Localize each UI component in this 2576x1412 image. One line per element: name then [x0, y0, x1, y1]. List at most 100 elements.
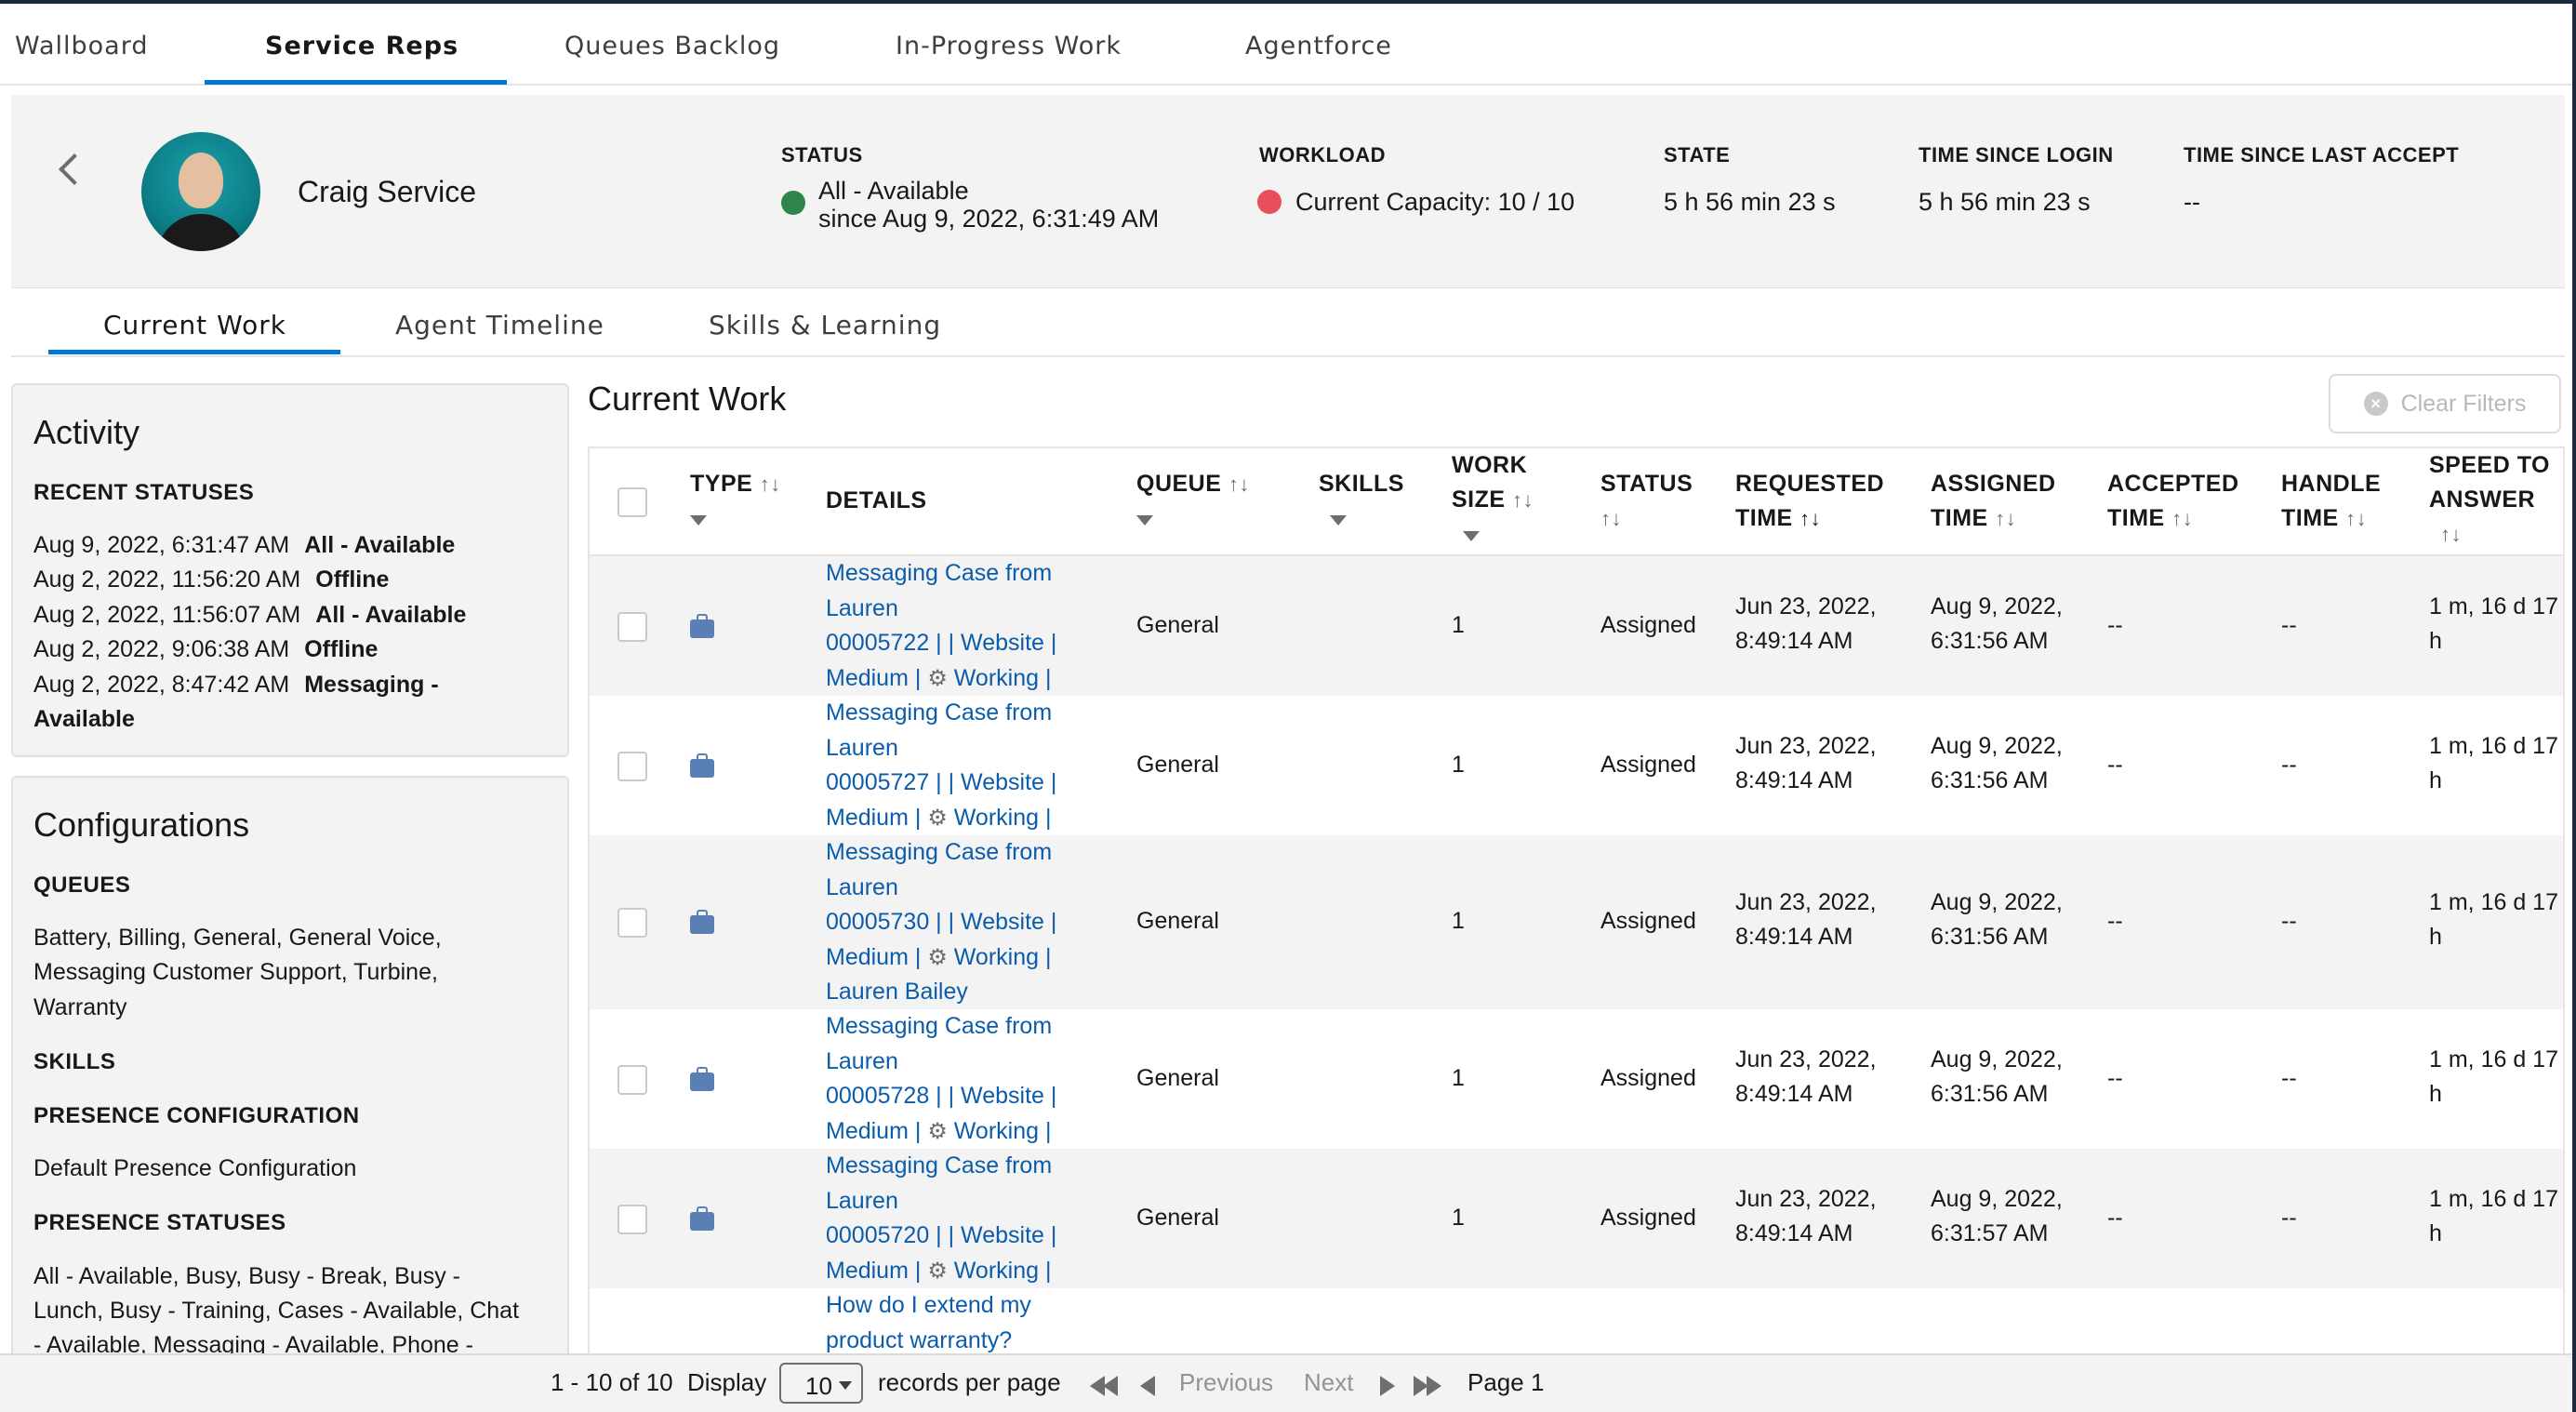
column-speed-to-answer[interactable]: SPEED TO ANSWER ↑↓ [2429, 448, 2550, 552]
select-all-checkbox[interactable] [617, 487, 647, 517]
gear-icon: ⚙ [927, 1118, 948, 1144]
status-entry: Aug 2, 2022, 11:56:07 AM All - Available [33, 602, 467, 628]
presence-config-value: Default Presence Configuration [33, 1155, 357, 1181]
gear-icon: ⚙ [927, 805, 948, 831]
queues-line: Warranty [33, 994, 127, 1020]
queue-cell: General [1136, 612, 1219, 638]
work-size-cell: 1 [1452, 1205, 1465, 1231]
speed-to-answer-cell: 1 m, 16 d 17 h [2429, 593, 2558, 654]
status-entry: Aug 2, 2022, 11:56:20 AM Offline [33, 566, 390, 593]
activity-title: Activity [33, 413, 140, 451]
assigned-time-cell: Aug 9, 2022, 6:31:56 AM [1931, 733, 2063, 793]
login-value: 5 h 56 min 23 s [1919, 188, 2091, 216]
status-dot-icon [781, 191, 805, 215]
accepted-time-cell: -- [2107, 1205, 2123, 1231]
accepted-time-cell: -- [2107, 908, 2123, 934]
presence-statuses-line: Lunch, Busy - Training, Cases - Availabl… [33, 1298, 520, 1324]
status-value: All - Available [818, 177, 969, 205]
tab-agent-timeline[interactable]: Agent Timeline [395, 310, 604, 340]
column-type[interactable]: TYPE ↑↓ [690, 467, 781, 536]
briefcase-icon [690, 1067, 714, 1091]
workload-label: WORKLOAD [1259, 143, 1386, 167]
next-icon[interactable] [1380, 1376, 1395, 1396]
active-subtab-indicator [48, 350, 340, 354]
tab-service-reps[interactable]: Service Reps [265, 32, 458, 60]
next-button[interactable]: Next [1304, 1368, 1353, 1397]
speed-to-answer-cell: 1 m, 16 d 17 h [2429, 733, 2558, 793]
tab-skills-learning[interactable]: Skills & Learning [709, 310, 941, 340]
tab-queues-backlog[interactable]: Queues Backlog [564, 32, 780, 60]
table-header: TYPE ↑↓ DETAILS QUEUE ↑↓ SKILLS WORK SIZE… [590, 448, 2563, 556]
tab-in-progress-work[interactable]: In-Progress Work [896, 32, 1122, 60]
requested-time-cell: Jun 23, 2022, 8:49:14 AM [1735, 889, 1877, 950]
table-row: How do I extend my product warranty? [590, 1288, 2563, 1353]
configurations-panel: Configurations QUEUES Battery, Billing, … [11, 776, 569, 1354]
active-tab-indicator [205, 80, 507, 85]
assigned-time-cell: Aug 9, 2022, 6:31:56 AM [1931, 889, 2063, 950]
requested-time-cell: Jun 23, 2022, 8:49:14 AM [1735, 733, 1877, 793]
assigned-time-cell: Aug 9, 2022, 6:31:56 AM [1931, 1046, 2063, 1107]
row-checkbox[interactable] [617, 1065, 647, 1095]
column-requested-time[interactable]: REQUESTED TIME ↑↓ [1735, 467, 1884, 536]
clear-filters-label: Clear Filters [2400, 390, 2527, 417]
queues-line: Battery, Billing, General, General Voice… [33, 925, 442, 951]
row-checkbox[interactable] [617, 908, 647, 938]
work-item-link[interactable]: Messaging Case from Lauren 00005730 | | We… [826, 835, 1056, 1010]
column-accepted-time[interactable]: ACCEPTED TIME ↑↓ [2107, 467, 2239, 536]
accepted-time-cell: -- [2107, 612, 2123, 638]
handle-time-cell: -- [2281, 908, 2297, 934]
row-checkbox[interactable] [617, 612, 647, 642]
column-handle-time[interactable]: HANDLE TIME ↑↓ [2281, 467, 2381, 536]
speed-to-answer-cell: 1 m, 16 d 17 h [2429, 1046, 2558, 1107]
tab-agentforce[interactable]: Agentforce [1245, 32, 1392, 60]
row-checkbox[interactable] [617, 752, 647, 781]
tab-current-work[interactable]: Current Work [103, 310, 286, 340]
column-assigned-time[interactable]: ASSIGNED TIME ↑↓ [1931, 467, 2056, 536]
work-item-link[interactable]: How do I extend my product warranty? [826, 1288, 1031, 1353]
status-entry: Aug 2, 2022, 8:47:42 AM Messaging - [33, 672, 439, 698]
current-work-title: Current Work [588, 380, 787, 418]
accepted-time-cell: -- [2107, 1065, 2123, 1091]
current-work-table: TYPE ↑↓ DETAILS QUEUE ↑↓ SKILLS WORK SIZE… [588, 446, 2565, 1353]
clear-filters-button[interactable]: × Clear Filters [2329, 374, 2561, 433]
column-details: DETAILS [826, 487, 927, 513]
state-label: STATE [1664, 143, 1731, 167]
requested-time-cell: Jun 23, 2022, 8:49:14 AM [1735, 593, 1877, 654]
briefcase-icon [690, 1206, 714, 1231]
tab-wallboard[interactable]: Wallboard [15, 32, 149, 60]
work-size-cell: 1 [1452, 612, 1465, 638]
column-skills[interactable]: SKILLS [1319, 467, 1404, 536]
table-row: Messaging Case from Lauren 00005730 | | We… [590, 835, 2563, 1009]
briefcase-icon [690, 753, 714, 778]
record-range: 1 - 10 of 10 [551, 1368, 673, 1396]
skills-label: SKILLS [33, 1049, 116, 1074]
status-label: STATUS [781, 143, 863, 167]
presence-statuses-label: PRESENCE STATUSES [33, 1210, 286, 1235]
pagination-bar: 1 - 10 of 10 Display 10 records per page… [0, 1353, 2576, 1412]
handle-time-cell: -- [2281, 1205, 2297, 1231]
work-item-link[interactable]: Messaging Case from Lauren 00005728 | | We… [826, 1009, 1056, 1149]
table-row: Messaging Case from Lauren 00005728 | | We… [590, 1009, 2563, 1149]
presence-config-label: PRESENCE CONFIGURATION [33, 1103, 360, 1128]
column-queue[interactable]: QUEUE ↑↓ [1136, 467, 1250, 536]
work-item-link[interactable]: Messaging Case from Lauren 00005720 | | We… [826, 1149, 1056, 1288]
column-work-size[interactable]: WORK SIZE ↑↓ [1452, 448, 1534, 552]
previous-button[interactable]: Previous [1179, 1368, 1273, 1397]
activity-panel: Activity RECENT STATUSES Aug 9, 2022, 6:… [11, 383, 569, 757]
avatar [141, 132, 260, 251]
assigned-time-cell: Aug 9, 2022, 6:31:57 AM [1931, 1186, 2063, 1246]
agent-name: Craig Service [298, 175, 477, 208]
status-entry: Aug 9, 2022, 6:31:47 AM All - Available [33, 532, 456, 558]
work-item-link[interactable]: Messaging Case from Lauren 00005727 | | We… [826, 696, 1056, 835]
status-entry-wrap: Available [33, 706, 135, 732]
records-per-page-select[interactable]: 10 [779, 1363, 863, 1404]
display-label: Display [687, 1368, 767, 1396]
recent-statuses-label: RECENT STATUSES [33, 480, 255, 505]
work-item-link[interactable]: Messaging Case from Lauren 00005722 | | We… [826, 556, 1056, 696]
status-cell: Assigned [1600, 1065, 1696, 1091]
column-status[interactable]: STATUS ↑↓ [1600, 467, 1693, 536]
row-checkbox[interactable] [617, 1205, 647, 1234]
previous-icon[interactable] [1140, 1376, 1155, 1396]
accepted-time-cell: -- [2107, 752, 2123, 778]
state-value: 5 h 56 min 23 s [1664, 188, 1836, 216]
